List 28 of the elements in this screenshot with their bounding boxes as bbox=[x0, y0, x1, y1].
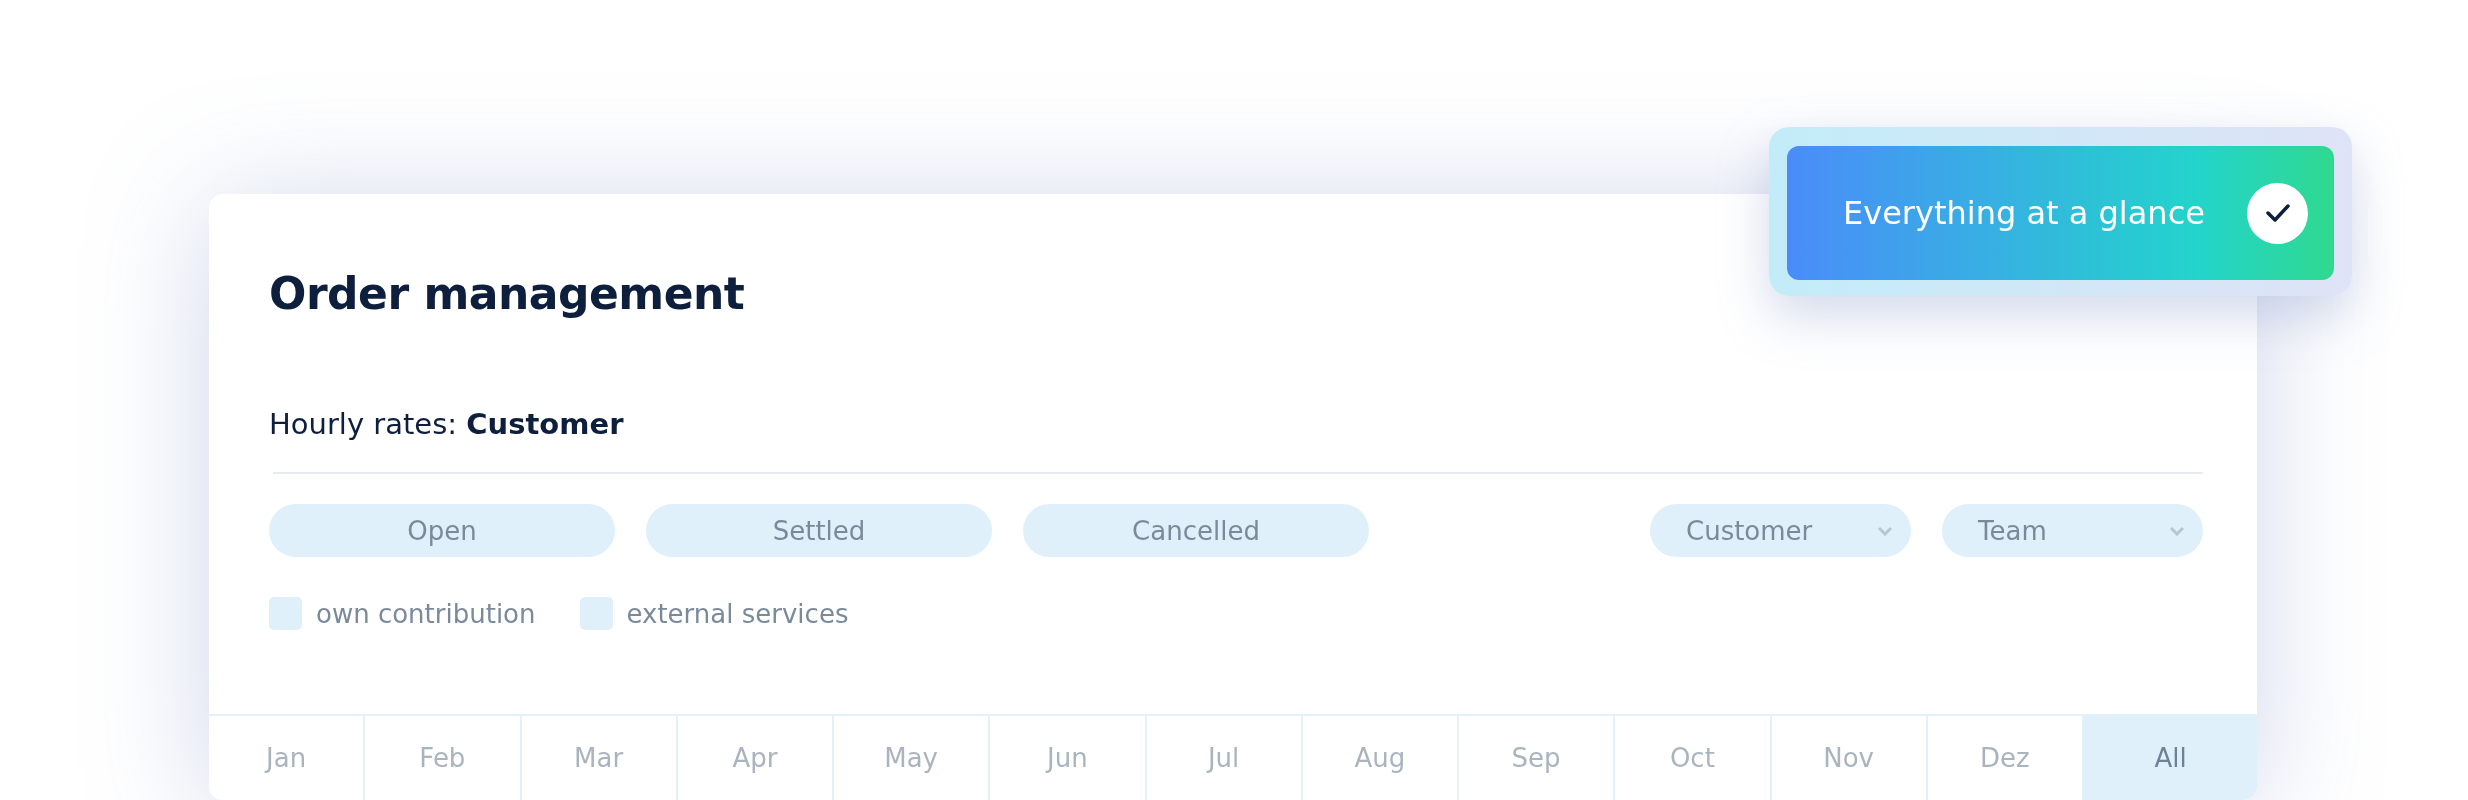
month-tab[interactable]: Jul bbox=[1146, 716, 1303, 800]
dropdown[interactable]: Customer bbox=[1650, 504, 1911, 557]
chevron-down-icon bbox=[2169, 525, 2185, 536]
dropdown[interactable]: Team bbox=[1942, 504, 2203, 557]
month-tab[interactable]: Mar bbox=[521, 716, 678, 800]
month-tab[interactable]: All bbox=[2084, 716, 2257, 800]
status-filter[interactable]: Cancelled bbox=[1023, 504, 1369, 557]
checkbox-label: external services bbox=[626, 598, 849, 629]
checkbox[interactable] bbox=[269, 597, 302, 630]
month-tab[interactable]: Apr bbox=[677, 716, 834, 800]
checkbox-label: own contribution bbox=[316, 598, 536, 629]
card-title: Order management bbox=[269, 268, 746, 319]
hourly-rates-text: Hourly rates: Customer bbox=[269, 407, 625, 441]
month-tab[interactable]: Feb bbox=[365, 716, 522, 800]
month-tab[interactable]: Aug bbox=[1302, 716, 1459, 800]
month-tab[interactable]: Oct bbox=[1615, 716, 1772, 800]
checkbox[interactable] bbox=[579, 597, 613, 630]
toast-text: Everything at a glance bbox=[1843, 194, 2205, 232]
month-tab[interactable]: Sep bbox=[1459, 716, 1616, 800]
chevron-down-icon bbox=[1877, 525, 1893, 536]
month-tab[interactable]: Nov bbox=[1771, 716, 1928, 800]
status-filter[interactable]: Open bbox=[269, 504, 615, 557]
month-tab[interactable]: Dez bbox=[1927, 716, 2084, 800]
month-tab[interactable]: Jun bbox=[990, 716, 1147, 800]
check-icon bbox=[2247, 182, 2308, 244]
status-filter[interactable]: Settled bbox=[646, 504, 992, 557]
month-tab[interactable]: May bbox=[834, 716, 991, 800]
month-tab[interactable]: Jan bbox=[209, 716, 366, 800]
